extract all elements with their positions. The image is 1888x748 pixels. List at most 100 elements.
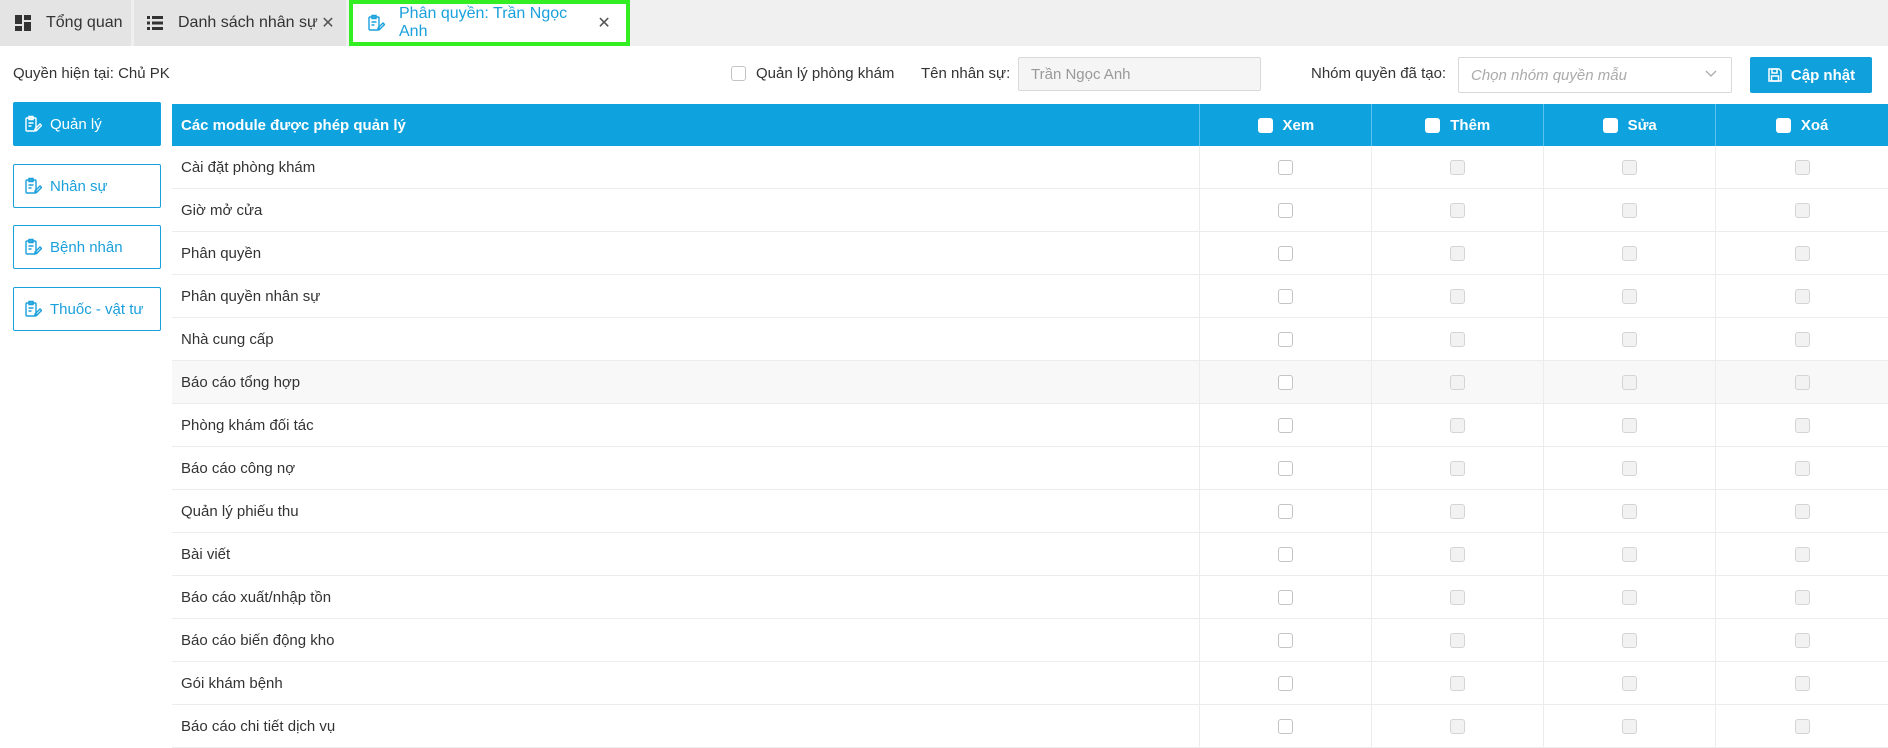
column-header-edit[interactable]: Sửa [1544,104,1717,146]
permission-checkbox-add[interactable] [1450,374,1466,390]
sidebar-item-management[interactable]: Quản lý [13,102,161,146]
permission-checkbox-add[interactable] [1450,245,1466,261]
permission-cell-view [1200,404,1373,446]
permission-checkbox-edit[interactable] [1622,632,1638,648]
permission-cell-edit [1544,576,1717,618]
permission-checkbox-view[interactable] [1278,159,1294,175]
permission-checkbox-add[interactable] [1450,202,1466,218]
permission-checkbox-view[interactable] [1278,632,1294,648]
permission-checkbox-delete[interactable] [1794,374,1810,390]
staff-name-field: Trần Ngọc Anh [1018,57,1261,91]
permission-checkbox-view[interactable] [1278,417,1294,433]
permission-checkbox-edit[interactable] [1622,288,1638,304]
permission-checkbox-edit[interactable] [1622,718,1638,734]
permission-checkbox-edit[interactable] [1622,159,1638,175]
permission-checkbox-view[interactable] [1278,718,1294,734]
permission-cell-edit [1544,189,1717,231]
permission-checkbox-view[interactable] [1278,589,1294,605]
tab-label: Phân quyền: Trần Ngọc Anh [399,5,568,40]
module-name: Báo cáo chi tiết dịch vụ [172,705,1201,747]
permission-checkbox-view[interactable] [1278,245,1294,261]
permission-checkbox-delete[interactable] [1794,202,1810,218]
permission-checkbox-add[interactable] [1450,417,1466,433]
permission-checkbox-view[interactable] [1278,503,1294,519]
permission-cell-add [1372,189,1545,231]
permission-checkbox-delete[interactable] [1794,589,1810,605]
sidebar-item-label: Thuốc - vật tư [50,300,144,318]
permission-checkbox-view[interactable] [1278,460,1294,476]
permission-cell-delete [1716,361,1888,403]
sidebar-item-staff[interactable]: Nhân sự [13,164,161,208]
permission-checkbox-add[interactable] [1450,460,1466,476]
permission-cell-delete [1716,146,1888,188]
checkbox[interactable] [731,66,746,81]
tab-permission[interactable]: Phân quyền: Trần Ngọc Anh ✕ [349,0,630,46]
permission-checkbox-edit[interactable] [1622,503,1638,519]
staff-name-label: Tên nhân sự: [921,65,1011,82]
permission-checkbox-delete[interactable] [1794,546,1810,562]
permission-checkbox-delete[interactable] [1794,460,1810,476]
table-header: Các module được phép quản lý Xem Thêm Sử… [172,104,1888,146]
tab-staff-list[interactable]: Danh sách nhân sự ✕ [134,0,346,46]
permission-checkbox-edit[interactable] [1622,374,1638,390]
table-row: Gói khám bệnh [172,662,1888,705]
permission-checkbox-edit[interactable] [1622,589,1638,605]
tab-label: Tổng quan [46,14,123,31]
permission-checkbox-delete[interactable] [1794,503,1810,519]
permission-checkbox-edit[interactable] [1622,331,1638,347]
permission-checkbox-add[interactable] [1450,288,1466,304]
permission-checkbox-add[interactable] [1450,632,1466,648]
column-header-view[interactable]: Xem [1200,104,1373,146]
permission-cell-edit [1544,533,1717,575]
table-row: Báo cáo xuất/nhập tồn [172,576,1888,619]
tab-overview[interactable]: Tổng quan [0,0,131,46]
permission-checkbox-delete[interactable] [1794,288,1810,304]
permission-checkbox-add[interactable] [1450,331,1466,347]
permission-checkbox-edit[interactable] [1622,202,1638,218]
permission-checkbox-delete[interactable] [1794,417,1810,433]
permission-checkbox-view[interactable] [1278,288,1294,304]
permission-checkbox-add[interactable] [1450,589,1466,605]
permission-checkbox-add[interactable] [1450,546,1466,562]
permission-checkbox-add[interactable] [1450,675,1466,691]
close-icon[interactable]: ✕ [596,13,612,33]
permission-checkbox-edit[interactable] [1622,546,1638,562]
permission-checkbox-view[interactable] [1278,331,1294,347]
module-name: Bài viết [172,533,1201,575]
permission-cell-edit [1544,705,1717,747]
permission-checkbox-delete[interactable] [1794,675,1810,691]
column-header-delete[interactable]: Xoá [1716,104,1888,146]
permission-group-select[interactable]: Chọn nhóm quyền mẫu [1458,57,1732,93]
sidebar-item-patients[interactable]: Bệnh nhân [13,225,161,269]
permission-checkbox-delete[interactable] [1794,632,1810,648]
close-icon[interactable]: ✕ [320,13,336,33]
permission-checkbox-view[interactable] [1278,202,1294,218]
clinic-manager-checkbox[interactable]: Quản lý phòng khám [731,65,894,82]
permission-checkbox-view[interactable] [1278,675,1294,691]
module-name: Báo cáo tổng hợp [172,361,1201,403]
permission-checkbox-add[interactable] [1450,718,1466,734]
permission-checkbox-edit[interactable] [1622,417,1638,433]
permission-checkbox-delete[interactable] [1794,159,1810,175]
permission-checkbox-edit[interactable] [1622,460,1638,476]
permission-checkbox-delete[interactable] [1794,245,1810,261]
permission-checkbox-edit[interactable] [1622,245,1638,261]
permission-checkbox-delete[interactable] [1794,331,1810,347]
permission-checkbox-add[interactable] [1450,503,1466,519]
select-all-checkbox[interactable] [1425,117,1441,133]
sidebar-item-label: Nhân sự [50,177,108,195]
permission-checkbox-add[interactable] [1450,159,1466,175]
table-row: Giờ mở cửa [172,189,1888,232]
permission-checkbox-view[interactable] [1278,546,1294,562]
column-header-add[interactable]: Thêm [1372,104,1545,146]
select-all-checkbox[interactable] [1602,117,1618,133]
permission-checkbox-view[interactable] [1278,374,1294,390]
module-name: Cài đặt phòng khám [172,146,1201,188]
select-all-checkbox[interactable] [1257,117,1273,133]
select-all-checkbox[interactable] [1775,117,1791,133]
edit-doc-icon [24,238,42,256]
sidebar-item-medicine[interactable]: Thuốc - vật tư [13,287,161,331]
permission-checkbox-delete[interactable] [1794,718,1810,734]
update-button[interactable]: Cập nhật [1750,57,1872,93]
permission-checkbox-edit[interactable] [1622,675,1638,691]
